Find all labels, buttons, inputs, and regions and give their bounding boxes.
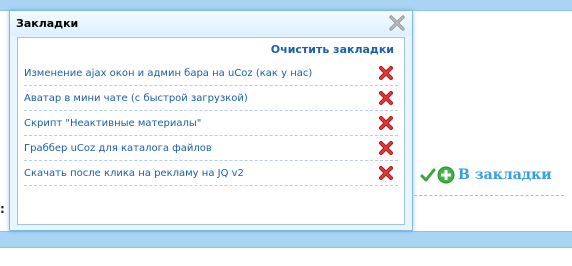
clear-row: Очистить закладки [18, 38, 404, 61]
delete-icon[interactable] [378, 165, 394, 181]
dialog-header: Закладки [10, 11, 412, 36]
add-bookmark-button[interactable]: В закладки [420, 166, 552, 184]
bookmark-link[interactable]: Граббер uCoz для каталога файлов [24, 143, 212, 154]
dialog-title: Закладки [16, 17, 79, 30]
bookmark-item: Скачать после клика на рекламу на JQ v2 [24, 161, 398, 186]
check-icon [420, 168, 436, 182]
divider [404, 195, 564, 196]
bookmark-link[interactable]: Скрипт "Неактивные материалы" [24, 118, 201, 129]
bookmark-item: Аватар в мини чате (с быстрой загрузкой) [24, 86, 398, 111]
bookmark-item: Граббер uCoz для каталога файлов [24, 136, 398, 161]
delete-icon[interactable] [378, 65, 394, 81]
delete-icon[interactable] [378, 115, 394, 131]
bookmark-link[interactable]: Скачать после клика на рекламу на JQ v2 [24, 168, 244, 179]
bookmark-item: Изменение ajax окон и админ бара на uCoz… [24, 61, 398, 86]
plus-icon [437, 166, 455, 184]
bookmark-link[interactable]: Аватар в мини чате (с быстрой загрузкой) [24, 93, 248, 104]
add-bookmark-label: В закладки [458, 167, 552, 183]
page-strip [0, 247, 572, 266]
delete-icon[interactable] [378, 90, 394, 106]
bookmarks-list-panel: Очистить закладки Изменение ajax окон и … [17, 37, 405, 225]
bookmark-item: Скрипт "Неактивные материалы" [24, 111, 398, 136]
bookmarks-dialog: Закладки Очистить закладки Изменение aja… [9, 10, 413, 231]
delete-icon[interactable] [378, 140, 394, 156]
bookmark-link[interactable]: Изменение ajax окон и админ бара на uCoz… [24, 68, 312, 79]
close-icon[interactable] [388, 14, 406, 32]
clear-bookmarks-link[interactable]: Очистить закладки [271, 43, 394, 56]
